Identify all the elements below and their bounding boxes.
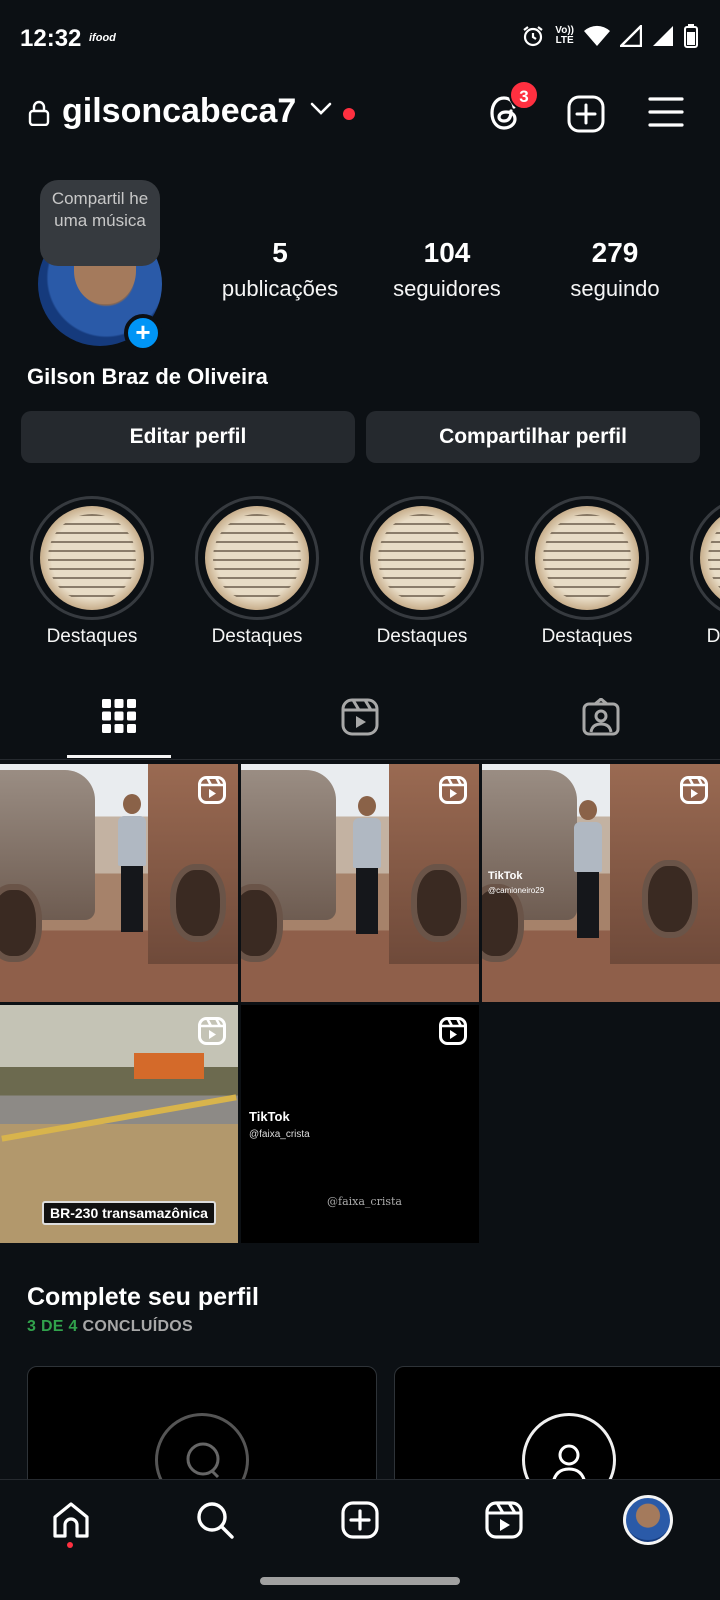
posts-stat[interactable]: 5 publicações [213, 236, 347, 304]
lock-icon [28, 100, 50, 126]
menu-icon[interactable] [648, 96, 684, 128]
status-bar: 12:32 ifood Vo)) LTE [0, 0, 720, 76]
reel-indicator-icon [198, 776, 226, 804]
following-count: 279 [591, 237, 639, 268]
post-caption-overlay: BR-230 transamazônica [42, 1201, 216, 1225]
status-time: 12:32 [20, 25, 82, 52]
highlight-label: Destaques [211, 626, 303, 647]
add-story-button[interactable]: + [124, 314, 162, 352]
highlight-thumbnail [370, 506, 474, 610]
username-switcher[interactable]: gilsoncabeca7 [62, 92, 296, 131]
profile-header: gilsoncabeca7 3 [0, 80, 720, 144]
highlight-ring [525, 496, 649, 620]
edit-profile-button[interactable]: Editar perfil [21, 411, 355, 463]
followers-stat[interactable]: 104 seguidores [382, 236, 512, 304]
grid-post[interactable]: TikTok @faixa_crista @faixa_crista [241, 1005, 479, 1243]
posts-label: publicações [221, 276, 339, 301]
grid-post[interactable] [0, 764, 238, 1002]
tagged-icon[interactable] [582, 698, 620, 736]
story-highlights: Destaques Destaques Destaques Destaques … [0, 496, 720, 656]
reel-indicator-icon [198, 1017, 226, 1045]
home-notification-dot [67, 1542, 73, 1548]
highlight-thumbnail [535, 506, 639, 610]
grid-post[interactable]: TikTok @camioneiro29 [482, 764, 720, 1002]
full-name: Gilson Braz de Oliveira [27, 364, 268, 389]
tiktok-watermark: TikTok [488, 870, 523, 882]
video-handle-text: @faixa_crista [327, 1195, 402, 1208]
followers-count: 104 [423, 237, 471, 268]
highlight-ring [195, 496, 319, 620]
reel-indicator-icon [439, 776, 467, 804]
tiktok-watermark: TikTok [249, 1109, 290, 1124]
complete-profile-title: Complete seu perfil [27, 1283, 259, 1311]
reel-indicator-icon [439, 1017, 467, 1045]
wifi-icon [584, 25, 610, 46]
create-icon[interactable] [567, 95, 605, 133]
highlight-ring [30, 496, 154, 620]
progress-done: 3 DE 4 [27, 1318, 78, 1335]
grid-post[interactable]: BR-230 transamazônica [0, 1005, 238, 1243]
highlight-ring [690, 496, 720, 620]
active-tab-indicator [67, 755, 171, 758]
home-icon[interactable] [52, 1501, 90, 1539]
highlight-thumbnail [205, 506, 309, 610]
alarm-icon [523, 26, 543, 47]
profile-avatar[interactable] [623, 1495, 673, 1545]
note-bubble[interactable]: Compartil he uma música [40, 180, 160, 266]
highlight-thumbnail [700, 506, 720, 610]
highlight-item[interactable]: Destaques [525, 496, 649, 648]
tiktok-handle: @camioneiro29 [488, 886, 545, 895]
following-label: seguindo [570, 276, 660, 301]
grid-post[interactable] [241, 764, 479, 1002]
highlight-label: Destaques [46, 626, 138, 647]
highlight-label: Destaques [376, 626, 468, 647]
highlight-thumbnail [40, 506, 144, 610]
reels-icon[interactable] [485, 1501, 523, 1539]
following-stat[interactable]: 279 seguindo [556, 236, 674, 304]
signal-icon [653, 26, 673, 46]
chevron-down-icon[interactable] [310, 102, 332, 116]
create-icon[interactable] [341, 1501, 379, 1539]
tiktok-handle: @faixa_crista [249, 1129, 310, 1140]
status-icons: Vo)) LTE [521, 24, 698, 48]
volte-icon: Vo)) LTE [555, 25, 574, 46]
grid-icon[interactable] [101, 698, 137, 734]
posts-count: 5 [272, 237, 288, 268]
search-icon[interactable] [196, 1501, 234, 1539]
content-tabs [0, 688, 720, 760]
highlight-item[interactable]: Destaques [360, 496, 484, 648]
followers-label: seguidores [393, 276, 501, 301]
highlight-item[interactable]: Destaques [195, 496, 319, 648]
highlight-item[interactable]: Destaques [690, 496, 720, 648]
complete-profile-progress: 3 DE 4 CONCLUÍDOS [27, 1318, 193, 1336]
home-indicator[interactable] [260, 1577, 460, 1585]
highlight-label: Destaques [706, 626, 720, 647]
highlight-item[interactable]: Destaques [30, 496, 154, 648]
battery-icon [684, 24, 698, 48]
progress-label: CONCLUÍDOS [82, 1318, 194, 1335]
threads-badge: 3 [509, 80, 539, 110]
signal-icon [620, 25, 642, 47]
highlight-ring [360, 496, 484, 620]
account-notification-dot [343, 108, 355, 120]
chat-bubble-icon [186, 1442, 220, 1479]
notification-app-icon: ifood [89, 32, 116, 44]
reels-icon[interactable] [341, 698, 379, 736]
highlight-label: Destaques [541, 626, 633, 647]
share-profile-button[interactable]: Compartilhar perfil [366, 411, 700, 463]
reel-indicator-icon [680, 776, 708, 804]
